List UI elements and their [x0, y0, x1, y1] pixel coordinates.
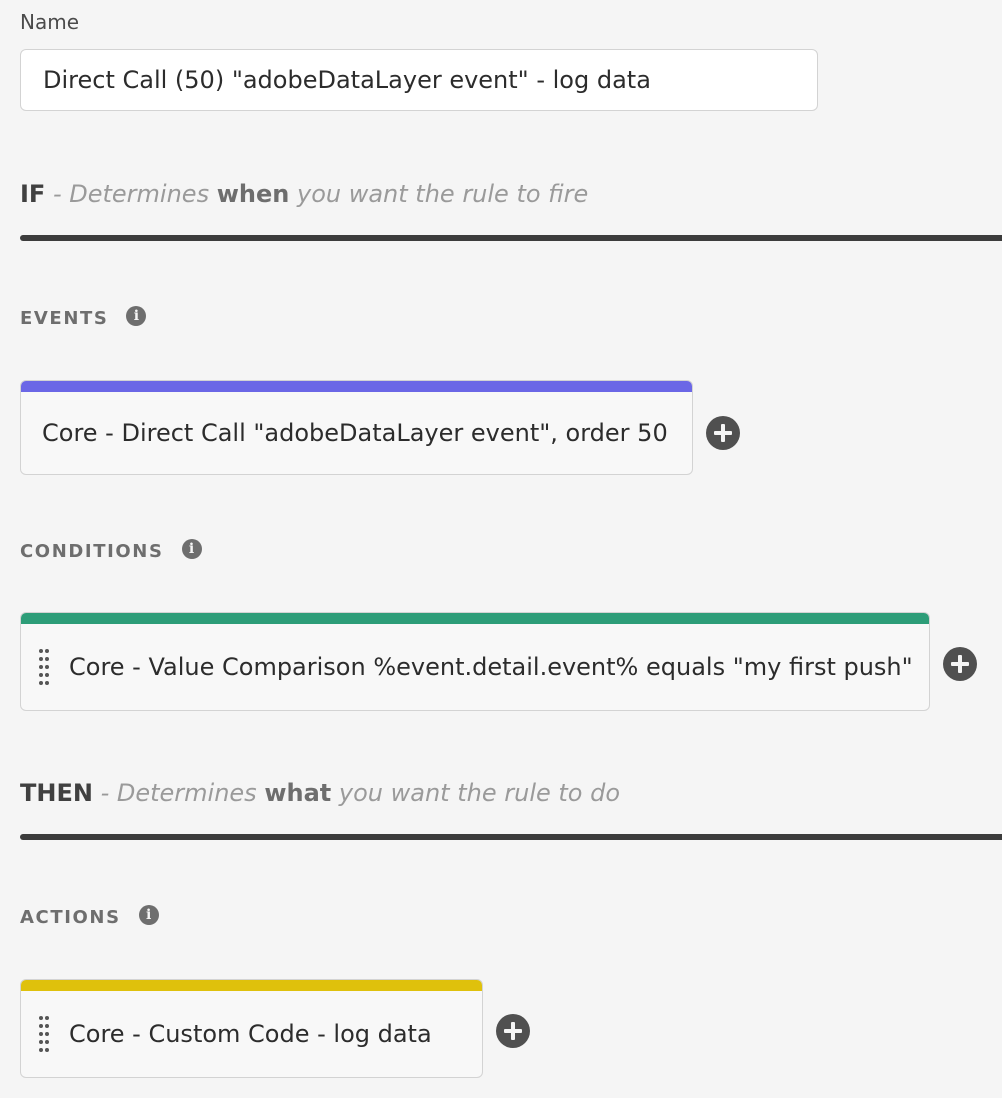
event-card-label: Core - Direct Call "adobeDataLayer event…: [42, 419, 668, 447]
rule-name-input[interactable]: [20, 49, 818, 111]
action-accent-bar: [21, 980, 482, 991]
add-action-button[interactable]: [496, 1014, 530, 1048]
event-accent-bar: [21, 381, 692, 392]
info-icon[interactable]: i: [126, 305, 147, 326]
if-description: - Determines when you want the rule to f…: [52, 180, 589, 208]
drag-handle-icon[interactable]: [35, 624, 53, 710]
name-label: Name: [20, 10, 80, 34]
then-description: - Determines what you want the rule to d…: [100, 779, 621, 807]
action-card-label: Core - Custom Code - log data: [69, 1020, 432, 1048]
if-divider: [20, 235, 1002, 241]
if-heading: IF - Determines when you want the rule t…: [20, 178, 588, 210]
event-card[interactable]: Core - Direct Call "adobeDataLayer event…: [20, 380, 693, 475]
then-heading: THEN - Determines what you want the rule…: [20, 777, 620, 809]
if-keyword: IF: [20, 180, 46, 208]
conditions-label: CONDITIONS i: [20, 538, 202, 562]
add-event-button[interactable]: [706, 416, 740, 450]
info-icon[interactable]: i: [181, 538, 202, 559]
events-label: EVENTS i: [20, 305, 147, 329]
condition-card[interactable]: Core - Value Comparison %event.detail.ev…: [20, 612, 930, 711]
action-card[interactable]: Core - Custom Code - log data: [20, 979, 483, 1078]
then-keyword: THEN: [20, 779, 93, 807]
add-condition-button[interactable]: [943, 647, 977, 681]
condition-card-label: Core - Value Comparison %event.detail.ev…: [69, 653, 913, 681]
actions-label: ACTIONS i: [20, 904, 159, 928]
info-icon[interactable]: i: [138, 904, 159, 925]
then-divider: [20, 834, 1002, 840]
condition-accent-bar: [21, 613, 929, 624]
drag-handle-icon[interactable]: [35, 991, 53, 1077]
